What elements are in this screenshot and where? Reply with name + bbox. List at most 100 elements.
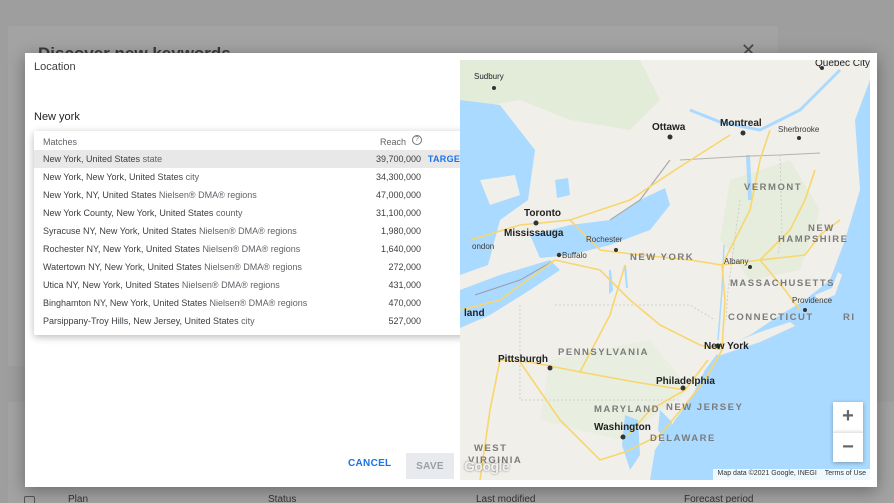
suggestion-type: Nielsen® DMA® regions [198, 226, 297, 236]
location-search-input[interactable] [34, 111, 334, 123]
suggestion-location: Utica NY, New York, United States [43, 280, 180, 290]
suggestion-location: Watertown NY, New York, United States [43, 262, 202, 272]
map-label-new-york-state: NEW YORK [630, 252, 695, 263]
suggestions-header: Matches Reach ? [34, 131, 472, 150]
suggestion-name: Parsippany-Troy Hills, New Jersey, Unite… [43, 316, 255, 326]
suggestion-name: New York County, New York, United States… [43, 208, 242, 218]
col-forecast-period: Forecast period [684, 494, 754, 503]
map-label-pennsylvania: PENNSYLVANIA [558, 347, 650, 358]
suggestion-name: New York, United States state [43, 154, 162, 164]
suggestion-reach: 34,300,000 [375, 172, 421, 182]
suggestion-location: New York County, New York, United States [43, 208, 214, 218]
location-suggestion-row[interactable]: Binghamton NY, New York, United States N… [34, 294, 472, 312]
map-label-vermont: VERMONT [744, 182, 802, 193]
location-suggestion-row[interactable]: Rochester NY, New York, United States Ni… [34, 240, 472, 258]
map-label-new-hampshire-1: NEW [808, 223, 835, 234]
suggestion-reach: 1,980,000 [380, 226, 421, 236]
col-plan: Plan [68, 494, 89, 503]
map-label-rochester: Rochester [586, 235, 623, 244]
map-label-albany: Albany [724, 257, 749, 266]
suggestion-location: Parsippany-Troy Hills, New Jersey, Unite… [43, 316, 239, 326]
map-label-west-virginia-1: WEST [474, 443, 508, 454]
map-label-london: ondon [472, 242, 495, 251]
suggestion-type: city [241, 316, 255, 326]
location-label: Location [34, 61, 76, 73]
map-label-new-york-city: New York [704, 341, 749, 352]
col-status: Status [268, 494, 297, 503]
map-label-new-jersey: NEW JERSEY [666, 402, 744, 413]
help-icon[interactable]: ? [412, 135, 422, 145]
map-label-providence: Providence [792, 296, 833, 305]
map-label-sudbury: Sudbury [474, 72, 504, 81]
location-suggestion-row[interactable]: Watertown NY, New York, United States Ni… [34, 258, 472, 276]
suggestion-type: city [185, 172, 200, 182]
suggestion-name: Binghamton NY, New York, United States N… [43, 298, 307, 308]
location-suggestion-row[interactable]: New York, NY, United States Nielsen® DMA… [34, 186, 472, 204]
map-label-sherbrooke: Sherbrooke [778, 125, 820, 134]
map-label-ottawa: Ottawa [652, 122, 686, 133]
location-suggestion-row[interactable]: Utica NY, New York, United States Nielse… [34, 276, 472, 294]
map-label-pittsburgh: Pittsburgh [498, 354, 548, 365]
suggestion-reach: 431,000 [388, 280, 421, 290]
suggestion-reach: 39,700,000 [375, 154, 421, 164]
map-label-toronto: Toronto [524, 208, 562, 219]
map-label-land: land [464, 308, 485, 319]
suggestion-type: Nielsen® DMA® regions [202, 244, 301, 254]
suggestion-type: Nielsen® DMA® regions [158, 190, 257, 200]
suggestion-reach: 527,000 [388, 316, 421, 326]
location-suggestion-row[interactable]: New York, United States state 39,700,000 T… [34, 150, 472, 168]
suggestion-location: New York, United States [43, 154, 141, 164]
suggestion-location: Rochester NY, New York, United States [43, 244, 200, 254]
map-label-quebec: Québec City [815, 60, 870, 69]
google-logo: Google [464, 458, 510, 474]
suggestion-name: New York, New York, United States city [43, 172, 199, 182]
suggestion-name: Watertown NY, New York, United States Ni… [43, 262, 302, 272]
suggestion-reach: 272,000 [388, 262, 421, 272]
suggestion-type: state [142, 154, 163, 164]
map-data-credit: Map data ©2021 Google, INEGI [717, 470, 817, 477]
suggestion-name: Syracuse NY, New York, United States Nie… [43, 226, 297, 236]
suggestion-type: Nielsen® DMA® regions [181, 280, 280, 290]
map-zoom-out-button[interactable]: − [833, 432, 863, 462]
suggestion-name: Rochester NY, New York, United States Ni… [43, 244, 300, 254]
suggestion-location: New York, NY, United States [43, 190, 157, 200]
suggestion-type: Nielsen® DMA® regions [209, 298, 308, 308]
map-label-buffalo: Buffalo [562, 251, 587, 260]
suggestion-location: Binghamton NY, New York, United States [43, 298, 207, 308]
suggestion-reach: 1,640,000 [380, 244, 421, 254]
suggestion-type: county [215, 208, 243, 218]
map-label-washington: Washington [594, 422, 651, 433]
map-label-new-hampshire-2: HAMPSHIRE [778, 234, 849, 245]
location-suggestion-row[interactable]: Parsippany-Troy Hills, New Jersey, Unite… [34, 312, 472, 330]
map-zoom-in-button[interactable]: + [833, 402, 863, 432]
save-button[interactable]: SAVE [406, 453, 454, 479]
table-header: Plan Status Last modified Forecast perio… [8, 494, 894, 503]
cancel-button[interactable]: CANCEL [348, 458, 391, 469]
col-last-modified: Last modified [476, 494, 536, 503]
map-label-mississauga: Mississauga [504, 228, 564, 239]
matches-header: Matches [43, 137, 78, 147]
location-suggestion-row[interactable]: Syracuse NY, New York, United States Nie… [34, 222, 472, 240]
location-suggestions-dropdown: Matches Reach ? New York, United States … [34, 131, 472, 335]
map-label-montreal: Montreal [720, 118, 762, 129]
suggestion-reach: 47,000,000 [375, 190, 421, 200]
reach-header: Reach [379, 137, 406, 147]
map-label-ri: RI [843, 312, 856, 323]
suggestion-name: Utica NY, New York, United States Nielse… [43, 280, 280, 290]
terms-of-use-link[interactable]: Terms of Use [825, 470, 866, 477]
map-label-philadelphia: Philadelphia [656, 376, 715, 387]
suggestion-type: Nielsen® DMA® regions [204, 262, 302, 272]
map-attribution: Map data ©2021 Google, INEGI Terms of Us… [713, 469, 870, 480]
location-suggestion-row[interactable]: New York County, New York, United States… [34, 204, 472, 222]
map-view[interactable]: Québec City Sudbury Ottawa Montreal Sher… [460, 60, 870, 480]
suggestion-location: Syracuse NY, New York, United States [43, 226, 197, 236]
location-suggestion-row[interactable]: New York, New York, United States city 34… [34, 168, 472, 186]
map-label-maryland: MARYLAND [594, 404, 661, 415]
suggestion-reach: 31,100,000 [375, 208, 421, 218]
map-label-delaware: DELAWARE [650, 433, 716, 444]
map-label-massachusetts: MASSACHUSETTS [730, 278, 836, 289]
map-label-connecticut: CONNECTICUT [728, 312, 814, 323]
location-dialog: Location Matches Reach ? New York, Unite… [25, 53, 877, 487]
suggestion-reach: 470,000 [388, 298, 421, 308]
suggestion-name: New York, NY, United States Nielsen® DMA… [43, 190, 257, 200]
